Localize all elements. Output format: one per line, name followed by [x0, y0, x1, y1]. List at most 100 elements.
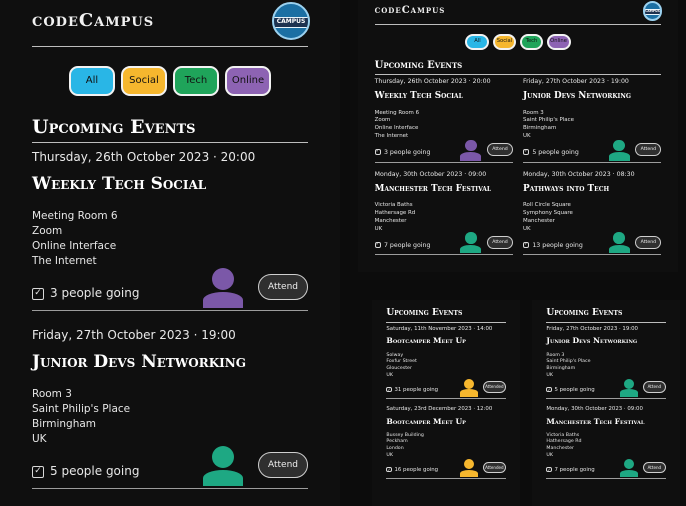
attendee-count: ✓ 7 people going [546, 466, 595, 473]
address-line: Room 3 [546, 352, 565, 358]
attend-button[interactable]: Attend [643, 461, 666, 474]
avatar-head [613, 232, 625, 244]
address-line: Solway [386, 352, 404, 358]
filter-all[interactable]: All [69, 66, 115, 96]
filter-all[interactable]: All [465, 34, 490, 50]
checkbox-icon: ✓ [523, 149, 530, 156]
event-divider [32, 310, 308, 311]
avatar-head [464, 378, 475, 389]
avatar-icon [460, 378, 479, 397]
event-date: Monday, 30th October 2023 · 08:30 [523, 171, 635, 179]
avatar-icon [460, 458, 479, 477]
heading-rule [546, 322, 666, 323]
avatar-head [464, 458, 475, 469]
event-title: Manchester Tech Festival [546, 416, 645, 426]
address-line: Bussey Building [386, 432, 424, 438]
avatar-icon [608, 232, 630, 254]
attendee-count: ✓ 5 people going [523, 149, 579, 156]
avatar-head [465, 232, 477, 244]
address-line: Symphony Square [523, 210, 573, 217]
filter-social[interactable]: Social [492, 34, 517, 50]
campus-logo: CAMPUS [642, 1, 663, 21]
avatar-body [620, 389, 639, 397]
avatar-head [465, 139, 477, 152]
event-divider [374, 254, 513, 256]
filter-tech[interactable]: Tech [173, 66, 219, 96]
attend-button[interactable]: Attend [487, 235, 513, 250]
event-title: Manchester Tech Festival [374, 183, 492, 194]
address-line: The Internet [374, 133, 409, 140]
attend-button[interactable]: Attend [635, 235, 662, 250]
event-date: Thursday, 26th October 2023 · 20:00 [32, 150, 256, 164]
attend-button[interactable]: Attend [635, 142, 662, 157]
avatar-head [613, 139, 625, 152]
address-line: Saint Philip's Place [32, 403, 131, 415]
event-title: Bootcamper Meet Up [386, 416, 466, 426]
avatar-icon [620, 458, 639, 477]
section-heading: Upcoming Events [386, 308, 463, 318]
panel-left-bottom: Upcoming Events Saturday, 11th November 2… [372, 300, 520, 506]
checkbox-icon: ✓ [546, 386, 552, 393]
attend-button[interactable]: Attended [483, 381, 506, 394]
address-line: The Internet [32, 255, 97, 267]
filter-tech[interactable]: Tech [519, 34, 544, 50]
address-line: Gloucester [386, 366, 412, 372]
event-divider [32, 488, 308, 489]
attend-button[interactable]: Attend [258, 274, 308, 300]
section-heading: Upcoming Events [374, 60, 463, 72]
section-heading: Upcoming Events [546, 308, 623, 318]
attend-button[interactable]: Attend [487, 142, 513, 157]
address-line: Saint Philip's Place [523, 117, 574, 124]
address-line: UK [32, 433, 47, 445]
attendee-count-text: 13 people going [532, 241, 583, 249]
attend-button[interactable]: Attend [258, 452, 308, 478]
avatar-body [460, 389, 479, 397]
address-line: Birmingham [523, 125, 557, 132]
attendee-count: ✓ 7 people going [374, 241, 430, 249]
address-line: UK [386, 372, 393, 378]
attendee-count-text: 3 people going [383, 149, 431, 157]
avatar-head [624, 458, 635, 469]
event-divider [386, 397, 506, 399]
attendee-count-text: 5 people going [554, 387, 595, 393]
address-line: Roll Circle Square [523, 202, 571, 209]
event-date: Monday, 30th October 2023 · 09:00 [546, 405, 643, 412]
address-line: Zoom [32, 225, 63, 237]
event-divider [523, 254, 662, 256]
panel-right-bottom: Upcoming Events Friday, 27th October 2023… [532, 300, 680, 506]
avatar-icon [620, 378, 639, 397]
attend-button[interactable]: Attended [483, 461, 506, 474]
avatar-head [212, 446, 235, 468]
header-rule [374, 23, 662, 25]
section-heading: Upcoming Events [32, 116, 196, 138]
filter-online[interactable]: Online [225, 66, 271, 96]
checkbox-icon: ✓ [32, 465, 44, 478]
checkbox-icon: ✓ [32, 287, 44, 300]
attendee-count-text: 16 people going [394, 467, 439, 474]
address-line: Victoria Baths [546, 432, 580, 438]
brand-title: codeCampus [32, 10, 155, 31]
avatar-icon [460, 232, 482, 254]
header-rule [32, 46, 308, 47]
address-line: UK [523, 133, 531, 140]
attendee-count-text: 3 people going [50, 286, 140, 300]
avatar-body [608, 152, 630, 161]
checkbox-icon: ✓ [374, 149, 381, 156]
attend-button[interactable]: Attend [643, 381, 666, 394]
attendee-count-text: 5 people going [532, 149, 579, 157]
attendee-count: ✓ 13 people going [523, 241, 583, 249]
logo-text: CAMPUS [645, 9, 660, 14]
brand-title: codeCampus [374, 5, 446, 17]
filter-online[interactable]: Online [546, 34, 571, 50]
address-line: Birmingham [32, 418, 97, 430]
checkbox-icon: ✓ [386, 466, 392, 473]
checkbox-icon: ✓ [523, 241, 530, 248]
event-title: Bootcamper Meet Up [386, 336, 466, 346]
avatar-body [460, 152, 482, 161]
filter-social[interactable]: Social [121, 66, 167, 96]
address-line: Room 3 [32, 388, 72, 400]
address-line: Hathersage Rd [374, 210, 416, 217]
event-divider [386, 477, 506, 479]
avatar-head [624, 378, 635, 389]
address-line: UK [386, 452, 393, 458]
